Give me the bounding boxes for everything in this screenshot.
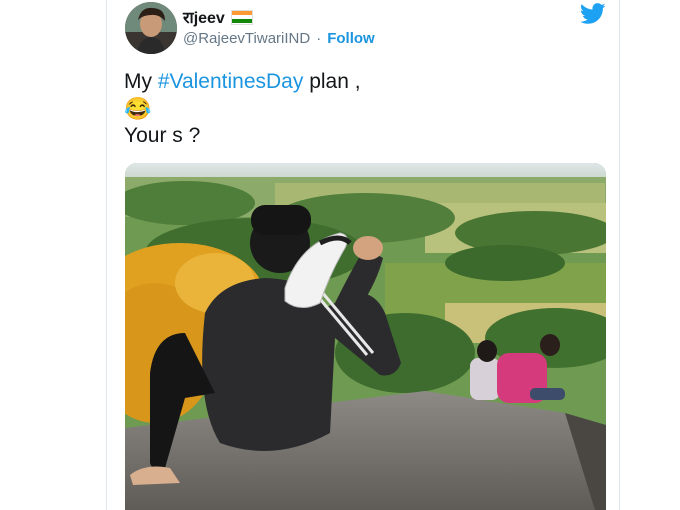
- tweet-line-3: Your s ?: [124, 124, 201, 147]
- tweet-text-suffix: plan ,: [303, 70, 361, 93]
- display-name[interactable]: राjeev: [183, 6, 225, 28]
- tweet-photo-image: [125, 163, 606, 510]
- hashtag-link[interactable]: #ValentinesDay: [158, 70, 304, 93]
- tweet-text-prefix: My: [124, 70, 158, 93]
- india-flag-icon: [230, 9, 253, 25]
- tweet-photo[interactable]: [125, 163, 606, 510]
- follow-button[interactable]: Follow: [327, 30, 375, 47]
- tweet-text: My #ValentinesDay plan , 😂 Your s ?: [124, 68, 361, 149]
- tweet-line-1: My #ValentinesDay plan ,: [124, 68, 361, 95]
- author-handle[interactable]: @RajeevTiwariIND: [183, 30, 310, 47]
- separator-dot: ·: [316, 30, 322, 47]
- author-name-row: राjeev: [183, 6, 253, 28]
- avatar[interactable]: [125, 2, 177, 54]
- laughing-emoji-icon: 😂: [124, 96, 152, 121]
- twitter-bird-icon[interactable]: [580, 3, 606, 25]
- handle-row: @RajeevTiwariIND · Follow: [183, 30, 375, 47]
